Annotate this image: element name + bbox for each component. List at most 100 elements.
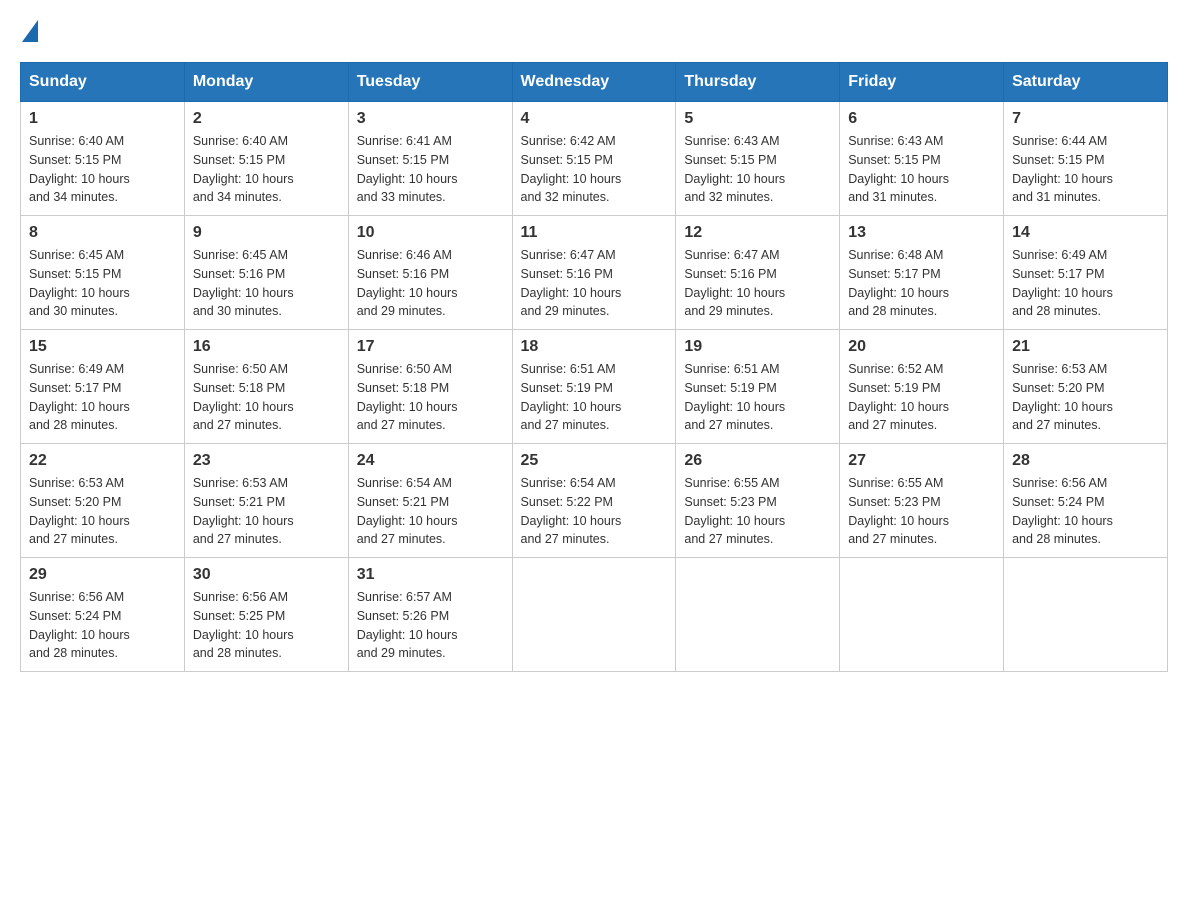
day-number: 15 [29, 338, 176, 356]
calendar-cell: 31 Sunrise: 6:57 AM Sunset: 5:26 PM Dayl… [348, 558, 512, 672]
col-header-thursday: Thursday [676, 63, 840, 102]
calendar-cell [512, 558, 676, 672]
calendar-cell: 29 Sunrise: 6:56 AM Sunset: 5:24 PM Dayl… [21, 558, 185, 672]
calendar-cell: 1 Sunrise: 6:40 AM Sunset: 5:15 PM Dayli… [21, 102, 185, 216]
day-number: 4 [521, 110, 668, 128]
day-number: 10 [357, 224, 504, 242]
day-number: 25 [521, 452, 668, 470]
day-info: Sunrise: 6:53 AM Sunset: 5:20 PM Dayligh… [29, 474, 176, 549]
calendar-cell: 26 Sunrise: 6:55 AM Sunset: 5:23 PM Dayl… [676, 444, 840, 558]
page-header [20, 20, 1168, 42]
day-info: Sunrise: 6:50 AM Sunset: 5:18 PM Dayligh… [193, 360, 340, 435]
day-info: Sunrise: 6:40 AM Sunset: 5:15 PM Dayligh… [193, 132, 340, 207]
calendar-header-row: SundayMondayTuesdayWednesdayThursdayFrid… [21, 63, 1168, 102]
calendar-cell: 19 Sunrise: 6:51 AM Sunset: 5:19 PM Dayl… [676, 330, 840, 444]
day-number: 11 [521, 224, 668, 242]
day-number: 6 [848, 110, 995, 128]
col-header-tuesday: Tuesday [348, 63, 512, 102]
calendar-cell: 4 Sunrise: 6:42 AM Sunset: 5:15 PM Dayli… [512, 102, 676, 216]
day-number: 7 [1012, 110, 1159, 128]
day-number: 31 [357, 566, 504, 584]
day-number: 30 [193, 566, 340, 584]
calendar-cell: 6 Sunrise: 6:43 AM Sunset: 5:15 PM Dayli… [840, 102, 1004, 216]
day-info: Sunrise: 6:49 AM Sunset: 5:17 PM Dayligh… [1012, 246, 1159, 321]
day-info: Sunrise: 6:44 AM Sunset: 5:15 PM Dayligh… [1012, 132, 1159, 207]
day-info: Sunrise: 6:43 AM Sunset: 5:15 PM Dayligh… [848, 132, 995, 207]
day-number: 13 [848, 224, 995, 242]
day-number: 24 [357, 452, 504, 470]
calendar-table: SundayMondayTuesdayWednesdayThursdayFrid… [20, 62, 1168, 672]
day-info: Sunrise: 6:50 AM Sunset: 5:18 PM Dayligh… [357, 360, 504, 435]
calendar-cell [1004, 558, 1168, 672]
day-number: 3 [357, 110, 504, 128]
calendar-cell: 3 Sunrise: 6:41 AM Sunset: 5:15 PM Dayli… [348, 102, 512, 216]
logo [20, 20, 38, 42]
day-info: Sunrise: 6:56 AM Sunset: 5:25 PM Dayligh… [193, 588, 340, 663]
day-info: Sunrise: 6:48 AM Sunset: 5:17 PM Dayligh… [848, 246, 995, 321]
day-number: 29 [29, 566, 176, 584]
calendar-cell: 25 Sunrise: 6:54 AM Sunset: 5:22 PM Dayl… [512, 444, 676, 558]
calendar-cell: 17 Sunrise: 6:50 AM Sunset: 5:18 PM Dayl… [348, 330, 512, 444]
calendar-cell: 18 Sunrise: 6:51 AM Sunset: 5:19 PM Dayl… [512, 330, 676, 444]
col-header-monday: Monday [184, 63, 348, 102]
day-number: 17 [357, 338, 504, 356]
calendar-cell: 14 Sunrise: 6:49 AM Sunset: 5:17 PM Dayl… [1004, 216, 1168, 330]
day-info: Sunrise: 6:43 AM Sunset: 5:15 PM Dayligh… [684, 132, 831, 207]
day-info: Sunrise: 6:47 AM Sunset: 5:16 PM Dayligh… [684, 246, 831, 321]
day-number: 21 [1012, 338, 1159, 356]
day-number: 22 [29, 452, 176, 470]
day-number: 12 [684, 224, 831, 242]
calendar-week-row: 15 Sunrise: 6:49 AM Sunset: 5:17 PM Dayl… [21, 330, 1168, 444]
day-number: 28 [1012, 452, 1159, 470]
day-info: Sunrise: 6:47 AM Sunset: 5:16 PM Dayligh… [521, 246, 668, 321]
col-header-sunday: Sunday [21, 63, 185, 102]
calendar-cell: 27 Sunrise: 6:55 AM Sunset: 5:23 PM Dayl… [840, 444, 1004, 558]
day-number: 23 [193, 452, 340, 470]
day-info: Sunrise: 6:57 AM Sunset: 5:26 PM Dayligh… [357, 588, 504, 663]
day-info: Sunrise: 6:54 AM Sunset: 5:22 PM Dayligh… [521, 474, 668, 549]
day-info: Sunrise: 6:42 AM Sunset: 5:15 PM Dayligh… [521, 132, 668, 207]
day-info: Sunrise: 6:45 AM Sunset: 5:15 PM Dayligh… [29, 246, 176, 321]
calendar-cell [676, 558, 840, 672]
day-info: Sunrise: 6:56 AM Sunset: 5:24 PM Dayligh… [1012, 474, 1159, 549]
calendar-week-row: 29 Sunrise: 6:56 AM Sunset: 5:24 PM Dayl… [21, 558, 1168, 672]
calendar-cell: 2 Sunrise: 6:40 AM Sunset: 5:15 PM Dayli… [184, 102, 348, 216]
calendar-cell: 8 Sunrise: 6:45 AM Sunset: 5:15 PM Dayli… [21, 216, 185, 330]
day-info: Sunrise: 6:49 AM Sunset: 5:17 PM Dayligh… [29, 360, 176, 435]
calendar-week-row: 1 Sunrise: 6:40 AM Sunset: 5:15 PM Dayli… [21, 102, 1168, 216]
calendar-cell: 30 Sunrise: 6:56 AM Sunset: 5:25 PM Dayl… [184, 558, 348, 672]
calendar-cell: 7 Sunrise: 6:44 AM Sunset: 5:15 PM Dayli… [1004, 102, 1168, 216]
calendar-cell: 12 Sunrise: 6:47 AM Sunset: 5:16 PM Dayl… [676, 216, 840, 330]
day-info: Sunrise: 6:55 AM Sunset: 5:23 PM Dayligh… [848, 474, 995, 549]
calendar-cell: 20 Sunrise: 6:52 AM Sunset: 5:19 PM Dayl… [840, 330, 1004, 444]
calendar-cell: 28 Sunrise: 6:56 AM Sunset: 5:24 PM Dayl… [1004, 444, 1168, 558]
day-number: 26 [684, 452, 831, 470]
day-info: Sunrise: 6:46 AM Sunset: 5:16 PM Dayligh… [357, 246, 504, 321]
day-number: 5 [684, 110, 831, 128]
calendar-cell: 9 Sunrise: 6:45 AM Sunset: 5:16 PM Dayli… [184, 216, 348, 330]
day-number: 27 [848, 452, 995, 470]
day-number: 16 [193, 338, 340, 356]
col-header-saturday: Saturday [1004, 63, 1168, 102]
day-number: 8 [29, 224, 176, 242]
calendar-cell: 21 Sunrise: 6:53 AM Sunset: 5:20 PM Dayl… [1004, 330, 1168, 444]
calendar-week-row: 22 Sunrise: 6:53 AM Sunset: 5:20 PM Dayl… [21, 444, 1168, 558]
day-number: 19 [684, 338, 831, 356]
calendar-cell: 24 Sunrise: 6:54 AM Sunset: 5:21 PM Dayl… [348, 444, 512, 558]
day-info: Sunrise: 6:55 AM Sunset: 5:23 PM Dayligh… [684, 474, 831, 549]
day-number: 9 [193, 224, 340, 242]
day-number: 18 [521, 338, 668, 356]
calendar-cell: 10 Sunrise: 6:46 AM Sunset: 5:16 PM Dayl… [348, 216, 512, 330]
calendar-cell: 16 Sunrise: 6:50 AM Sunset: 5:18 PM Dayl… [184, 330, 348, 444]
calendar-cell [840, 558, 1004, 672]
day-info: Sunrise: 6:51 AM Sunset: 5:19 PM Dayligh… [521, 360, 668, 435]
calendar-cell: 13 Sunrise: 6:48 AM Sunset: 5:17 PM Dayl… [840, 216, 1004, 330]
calendar-week-row: 8 Sunrise: 6:45 AM Sunset: 5:15 PM Dayli… [21, 216, 1168, 330]
calendar-cell: 23 Sunrise: 6:53 AM Sunset: 5:21 PM Dayl… [184, 444, 348, 558]
day-info: Sunrise: 6:53 AM Sunset: 5:20 PM Dayligh… [1012, 360, 1159, 435]
calendar-cell: 5 Sunrise: 6:43 AM Sunset: 5:15 PM Dayli… [676, 102, 840, 216]
day-number: 20 [848, 338, 995, 356]
day-info: Sunrise: 6:41 AM Sunset: 5:15 PM Dayligh… [357, 132, 504, 207]
day-number: 1 [29, 110, 176, 128]
day-info: Sunrise: 6:52 AM Sunset: 5:19 PM Dayligh… [848, 360, 995, 435]
